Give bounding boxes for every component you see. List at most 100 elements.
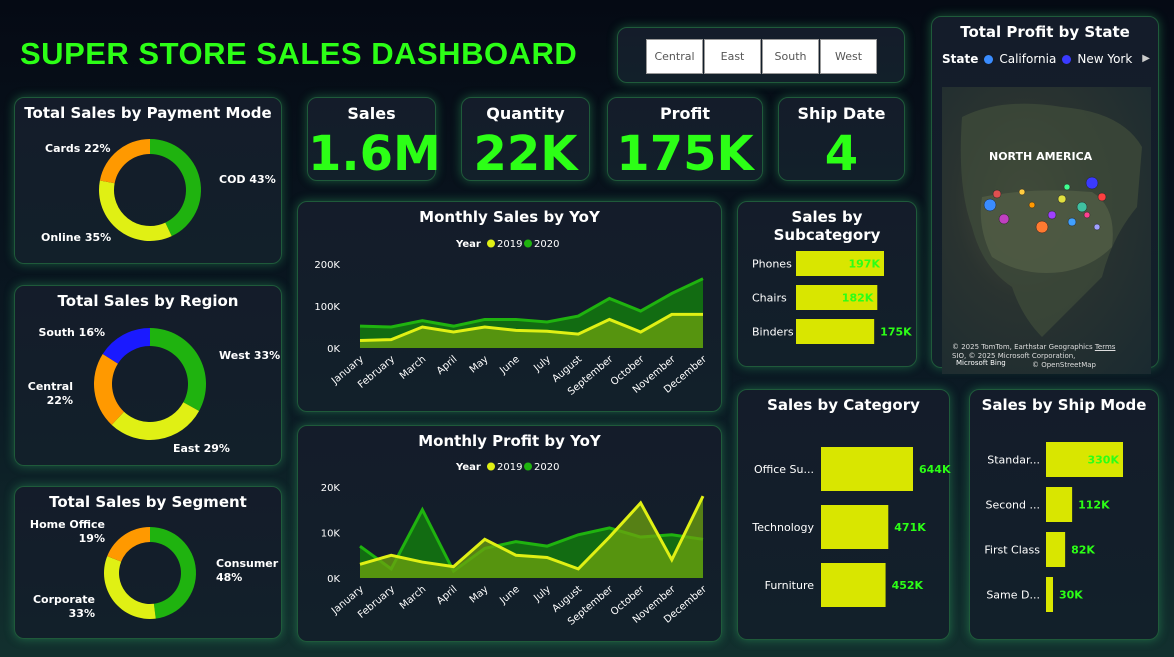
slicer-central-button[interactable]: Central	[646, 39, 703, 74]
map-point[interactable]	[983, 198, 997, 212]
y-tick-label: 0K	[327, 344, 340, 355]
region-card: Total Sales by Region West 33% East 29% Ce…	[14, 285, 282, 466]
bar-same-d-[interactable]	[1046, 577, 1053, 612]
donut-slice-consumer[interactable]	[150, 527, 197, 619]
legend-dot-california	[984, 54, 994, 64]
shipmode-bar-chart: Standar... 330K Second ... 112K First Class 8…	[984, 442, 1123, 612]
map-point[interactable]	[998, 213, 1010, 225]
x-tick-label: April	[435, 584, 460, 607]
map-legend-title: State	[942, 52, 979, 66]
bar-first-class[interactable]	[1046, 532, 1066, 567]
bar-category-label: Technology	[751, 521, 814, 534]
donut-label-consumer: Consumer 48%	[216, 557, 279, 584]
bar-category-label: Chairs	[752, 292, 787, 305]
donut-label-south: South 16%	[38, 326, 105, 339]
slicer-south-button[interactable]: South	[762, 39, 819, 74]
map-point[interactable]	[1063, 183, 1071, 191]
map-point[interactable]	[1047, 210, 1057, 220]
kpi-quantity-label: Quantity	[486, 104, 565, 123]
bar-office-su-[interactable]	[821, 447, 913, 491]
legend-label-2019: 2019	[497, 462, 522, 473]
y-tick-label: 200K	[314, 260, 340, 271]
map-point[interactable]	[1093, 223, 1101, 231]
category-card: Sales by Category Office Su... 644K Techno…	[737, 389, 951, 640]
legend-marker-2020	[524, 462, 532, 471]
legend-marker-2019	[487, 239, 495, 248]
payment-mode-card: Total Sales by Payment Mode COD 43% Onlin…	[14, 97, 282, 264]
map-osm-link[interactable]: © OpenStreetMap	[1032, 361, 1115, 370]
map-attribution-line-1: © 2025 TomTom, Earthstar Geographics	[952, 343, 1093, 351]
y-tick-label: 100K	[314, 302, 340, 313]
x-tick-label: May	[468, 354, 491, 376]
legend-title: Year	[455, 239, 481, 250]
donut-slice-cod[interactable]	[150, 139, 202, 237]
y-tick-label: 0K	[327, 574, 340, 585]
donut-label-online: Online 35%	[41, 231, 111, 244]
slicer-west-button[interactable]: West	[820, 39, 877, 74]
kpi-shipdate-value: 4	[824, 126, 859, 182]
legend-marker-2020	[524, 239, 532, 248]
donut-slice-east[interactable]	[111, 402, 200, 440]
bing-logo: Microsoft Bing	[956, 359, 1006, 367]
bar-value-label: 197K	[849, 258, 881, 271]
donut-slice-west[interactable]	[150, 328, 207, 411]
donut-slice-south[interactable]	[102, 328, 150, 364]
map-continent	[960, 103, 1142, 338]
bar-value-label: 175K	[880, 326, 912, 339]
map-point[interactable]	[1076, 201, 1088, 213]
legend-dot-newyork	[1062, 54, 1072, 64]
bar-furniture[interactable]	[821, 563, 886, 607]
donut-label-home-office: Home Office 19%	[30, 518, 105, 545]
monthly-profit-card: Monthly Profit by YoY Year 2019 2020 0K 10K 2…	[297, 425, 722, 642]
kpi-profit-value: 175K	[616, 126, 754, 182]
legend-label-2019: 2019	[497, 239, 522, 250]
x-tick-label: April	[435, 354, 460, 377]
legend-next-icon[interactable]: ▶	[1142, 53, 1150, 64]
map-terms-link[interactable]: Terms	[1095, 343, 1116, 351]
donut-slice-central[interactable]	[94, 353, 124, 425]
map-legend: State California New York	[942, 52, 1132, 66]
category-bar-chart: Office Su... 644K Technology 471K Furniture 4…	[751, 447, 951, 607]
bar-technology[interactable]	[821, 505, 889, 549]
map-point[interactable]	[1028, 201, 1036, 209]
map-legend-california: California	[999, 52, 1057, 66]
map-point[interactable]	[1035, 220, 1049, 234]
donut-label-cod: COD 43%	[219, 173, 276, 186]
map-point[interactable]	[1097, 192, 1107, 202]
bar-category-label: Same D...	[986, 589, 1040, 602]
bar-category-label: Phones	[752, 258, 792, 271]
map-point[interactable]	[1067, 217, 1077, 227]
donut-label-east: East 29%	[173, 442, 230, 455]
donut-slice-home-office[interactable]	[107, 527, 150, 562]
bar-value-label: 30K	[1059, 589, 1083, 602]
y-tick-label: 10K	[321, 529, 341, 540]
subcategory-card: Sales by Subcategory Phones 197K Chairs 182…	[737, 201, 917, 367]
map-point[interactable]	[1057, 194, 1067, 204]
x-tick-label: May	[468, 584, 491, 606]
map-point[interactable]	[1018, 188, 1026, 196]
map-point[interactable]	[992, 189, 1002, 199]
x-tick-label: June	[497, 584, 522, 607]
segment-card: Total Sales by Segment Consumer 48% Corpor…	[14, 486, 282, 639]
x-tick-label: March	[398, 354, 428, 382]
map-point[interactable]	[1085, 176, 1099, 190]
region-slicer: Central East South West	[617, 27, 905, 83]
dashboard-title: SUPER STORE SALES DASHBOARD	[20, 36, 578, 71]
x-tick-label: July	[531, 584, 553, 605]
bar-binders[interactable]	[796, 319, 875, 344]
kpi-sales-card: Sales 1.6M	[307, 97, 441, 182]
legend-marker-2019	[487, 462, 495, 471]
map-card: Total Profit by State State California N…	[931, 16, 1159, 374]
map-canvas[interactable]: NORTH AMERICA © 2025 TomTom, Earthstar G…	[942, 87, 1151, 374]
donut-slice-corporate[interactable]	[104, 556, 156, 619]
region-donut-chart: West 33% East 29% Central 22% South 16%	[28, 326, 280, 455]
bar-second-[interactable]	[1046, 487, 1073, 522]
bar-value-label: 112K	[1078, 499, 1110, 512]
chart-legend: Year 2019 2020	[455, 462, 559, 473]
legend-title: Year	[455, 462, 481, 473]
x-tick-label: June	[497, 354, 522, 377]
x-tick-label: March	[398, 584, 428, 612]
kpi-shipdate-card: Ship Date 4	[778, 97, 905, 182]
map-point[interactable]	[1083, 211, 1091, 219]
slicer-east-button[interactable]: East	[704, 39, 761, 74]
